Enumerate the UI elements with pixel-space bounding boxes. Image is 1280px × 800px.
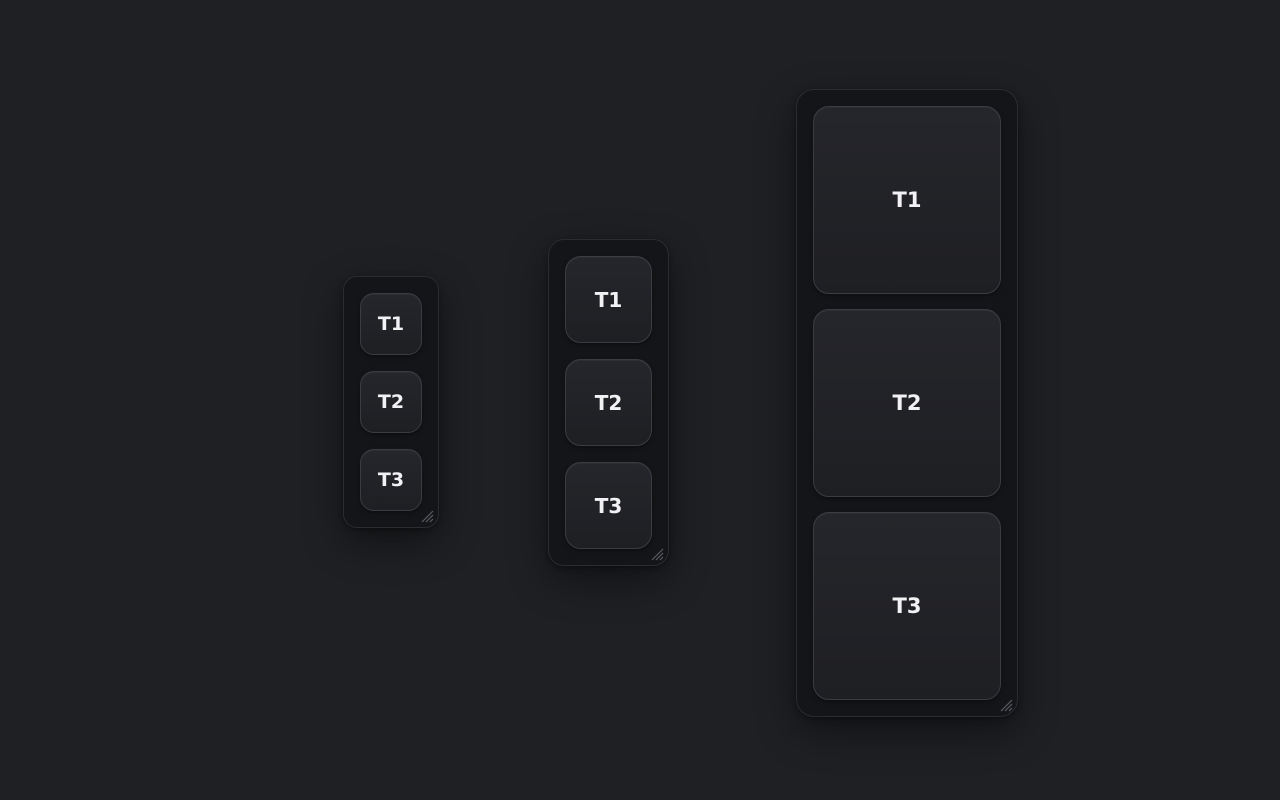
tile-label: T1 [892, 188, 922, 212]
workspace: T1 T2 T3 T1 T2 T3 T1 T2 T3 [0, 0, 1280, 800]
tile-t2-button[interactable]: T2 [360, 371, 422, 433]
tile-panel-large: T1 T2 T3 [796, 89, 1018, 717]
tile-t3-button[interactable]: T3 [813, 512, 1001, 700]
tile-panel-medium: T1 T2 T3 [548, 239, 669, 566]
tile-label: T1 [594, 287, 623, 312]
tile-t3-button[interactable]: T3 [360, 449, 422, 511]
resize-grip-icon[interactable] [997, 696, 1013, 712]
tile-label: T1 [377, 313, 405, 335]
tile-label: T3 [377, 469, 405, 491]
tile-label: T3 [594, 493, 623, 518]
tile-label: T2 [892, 391, 922, 415]
tile-label: T2 [377, 391, 405, 413]
tile-t3-button[interactable]: T3 [565, 462, 652, 549]
tile-panel-small: T1 T2 T3 [343, 276, 439, 528]
tile-t1-button[interactable]: T1 [565, 256, 652, 343]
tile-t1-button[interactable]: T1 [360, 293, 422, 355]
tile-label: T3 [892, 594, 922, 618]
tile-label: T2 [594, 390, 623, 415]
tile-t2-button[interactable]: T2 [565, 359, 652, 446]
resize-grip-icon[interactable] [648, 545, 664, 561]
resize-grip-icon[interactable] [418, 507, 434, 523]
tile-t2-button[interactable]: T2 [813, 309, 1001, 497]
tile-t1-button[interactable]: T1 [813, 106, 1001, 294]
